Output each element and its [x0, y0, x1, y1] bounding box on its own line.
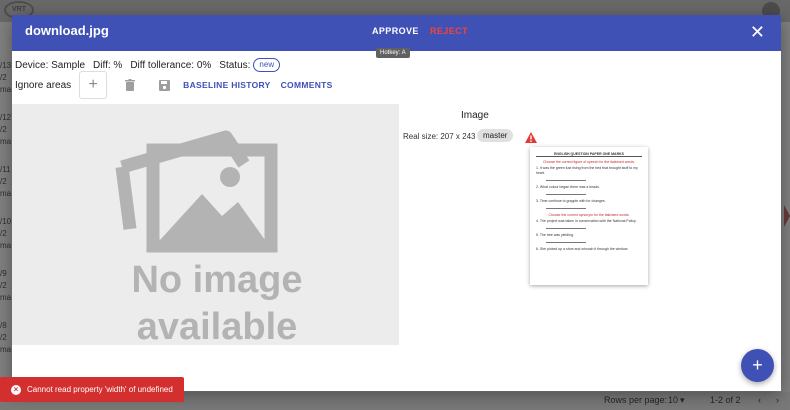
baseline-image-pane: No image available: [12, 104, 399, 345]
answer-line: [546, 194, 586, 195]
actual-image-pane: Image Real size: 207 x 243 master ENGLIS…: [399, 104, 781, 345]
plus-icon: +: [752, 355, 763, 375]
test-run-dialog: download.jpg APPROVE REJECT ✕ Hotkey: A …: [12, 15, 781, 391]
doc-question: 2. What colour began there was a heads.: [536, 185, 600, 189]
add-fab-button[interactable]: +: [741, 349, 774, 382]
reject-button[interactable]: REJECT: [430, 26, 468, 36]
approve-button[interactable]: APPROVE: [372, 26, 419, 36]
status-label: Status:: [219, 59, 251, 71]
tolerance-text: Diff tollerance: 0%: [130, 59, 212, 71]
doc-question: 1. It was the green lust rising from the…: [536, 166, 638, 175]
comments-link[interactable]: COMMENTS: [281, 80, 333, 90]
answer-line: [546, 180, 586, 181]
answer-line: [546, 208, 586, 209]
doc-question: 5. The tree was yielding.: [536, 233, 574, 237]
error-icon: ×: [11, 384, 21, 395]
test-info: Device: Sample Diff: % Diff tollerance: …: [15, 58, 281, 72]
warning-icon[interactable]: [525, 130, 537, 148]
status-badge: new: [253, 58, 281, 72]
real-size-text: Real size: 207 x 243: [403, 132, 476, 141]
doc-instruction: Choose the correct figure of speech for …: [542, 160, 636, 164]
doc-question: 4. The project was taken in conservation…: [536, 219, 637, 223]
placeholder-line2: available: [137, 306, 298, 345]
add-ignore-area-button[interactable]: +: [79, 71, 108, 99]
dialog-app-bar: download.jpg APPROVE REJECT ✕: [12, 15, 781, 51]
image-heading: Image: [461, 110, 489, 121]
doc-question: 3. Time continue to grapple with for cha…: [536, 199, 606, 203]
actual-image-thumbnail[interactable]: ENGLISH QUESTION PAPER ONE MARKS Choose …: [530, 147, 648, 285]
error-message: Cannot read property 'width' of undefine…: [27, 385, 173, 394]
device-text: Device: Sample: [15, 59, 86, 71]
placeholder-line1: No image: [131, 259, 302, 301]
toolbar: Ignore areas + BASELINE HISTORY COMMENTS: [15, 71, 333, 99]
answer-line: [546, 228, 586, 229]
dialog-title: download.jpg: [25, 23, 109, 38]
doc-instruction: Choose the correct synonym for the itali…: [548, 213, 630, 217]
error-snackbar: × Cannot read property 'width' of undefi…: [0, 377, 184, 402]
ignore-areas-label: Ignore areas: [15, 79, 72, 91]
doc-question: 6. She picked up a shoe and whoosh it th…: [536, 247, 629, 251]
save-icon[interactable]: [155, 76, 173, 94]
answer-line: [546, 242, 586, 243]
delete-icon[interactable]: [121, 76, 139, 94]
plus-icon: +: [88, 76, 98, 93]
no-image-placeholder-icon: No image available: [115, 130, 303, 345]
close-icon[interactable]: ✕: [750, 23, 765, 41]
hotkey-tooltip: Hotkey: A: [376, 48, 410, 58]
diff-text: Diff: %: [93, 59, 123, 71]
branch-chip: master: [477, 129, 514, 142]
doc-header: ENGLISH QUESTION PAPER ONE MARKS: [536, 152, 642, 157]
baseline-history-link[interactable]: BASELINE HISTORY: [183, 80, 270, 90]
